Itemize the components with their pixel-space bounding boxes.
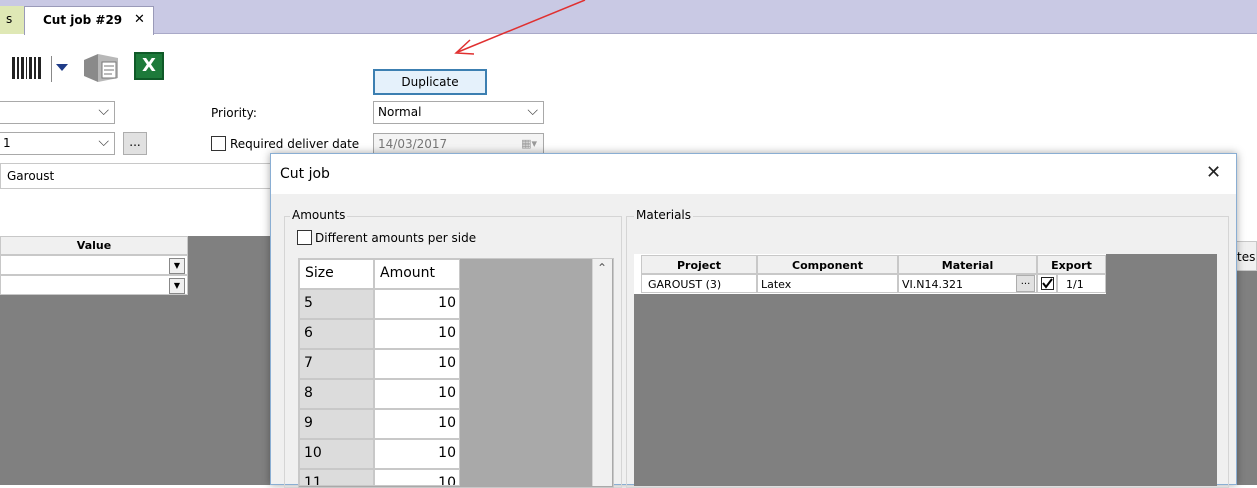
amount-cell[interactable]: 10 <box>374 469 460 486</box>
dialog-titlebar <box>271 154 1236 194</box>
materials-cell-count: 1/1 <box>1057 274 1106 293</box>
tab-bar <box>0 0 1257 34</box>
right-clipped-header: tes <box>1236 241 1257 271</box>
document-icon[interactable] <box>84 54 120 82</box>
annotation-arrow-icon <box>454 0 586 55</box>
combo-left-2-value: 1 <box>3 136 11 150</box>
combo-left-1[interactable]: ⌵ <box>0 101 115 124</box>
close-icon[interactable]: ✕ <box>1206 162 1221 183</box>
calendar-icon: ▦▾ <box>521 137 537 150</box>
chevron-down-icon: ⌵ <box>527 103 538 119</box>
amount-cell[interactable]: 10 <box>374 379 460 409</box>
different-amounts-checkbox[interactable] <box>297 230 312 245</box>
material-browse-button[interactable]: ... <box>1016 275 1035 292</box>
toolbar-divider <box>51 56 52 82</box>
amount-cell[interactable]: 10 <box>374 439 460 469</box>
right-grid-area <box>1236 271 1257 485</box>
customer-field[interactable]: Garoust <box>0 163 280 189</box>
materials-cell-project: GAROUST (3) <box>641 274 757 293</box>
customer-value: Garoust <box>7 169 55 183</box>
dropdown-arrow-icon[interactable] <box>56 64 68 72</box>
priority-label: Priority: <box>211 106 257 120</box>
scroll-up-icon[interactable]: ⌃ <box>597 261 607 275</box>
materials-cell-component: Latex <box>757 274 898 293</box>
tab-previous-label: s <box>6 12 13 26</box>
excel-icon[interactable]: X <box>134 52 164 80</box>
size-cell: 8 <box>299 379 374 409</box>
size-cell: 7 <box>299 349 374 379</box>
size-cell: 5 <box>299 289 374 319</box>
amount-cell[interactable]: 10 <box>374 289 460 319</box>
export-checkbox[interactable] <box>1041 277 1054 290</box>
dropdown-arrow-icon[interactable]: ▼ <box>169 278 185 294</box>
amount-column-header: Amount <box>374 259 460 289</box>
required-date-value: 14/03/2017 <box>378 137 448 151</box>
left-grid-row[interactable]: ▼ <box>0 275 188 295</box>
size-cell: 11 <box>299 469 374 486</box>
materials-group-label: Materials <box>634 208 694 222</box>
material-value: VI.N14.321 <box>902 278 963 291</box>
size-column-header: Size <box>299 259 374 289</box>
tab-close-icon[interactable]: ✕ <box>134 12 145 27</box>
chevron-down-icon: ⌵ <box>98 103 109 119</box>
priority-select[interactable]: Normal ⌵ <box>373 101 544 124</box>
amount-cell[interactable]: 10 <box>374 319 460 349</box>
materials-header-project: Project <box>641 255 757 274</box>
amount-cell[interactable]: 10 <box>374 409 460 439</box>
cut-job-dialog: Cut job ✕ Amounts Different amounts per … <box>270 153 1237 488</box>
amounts-scrollbar[interactable]: ⌃ <box>592 259 612 486</box>
left-grid-row[interactable]: ▼ <box>0 255 188 275</box>
materials-header-export: Export <box>1037 255 1106 274</box>
left-grid-header-value: Value <box>0 236 188 255</box>
amounts-group-label: Amounts <box>290 208 348 222</box>
combo-left-2[interactable]: 1 ⌵ <box>0 132 115 155</box>
excel-glyph: X <box>142 55 156 76</box>
export-cell <box>1037 274 1057 293</box>
required-date-label: Required deliver date <box>230 137 360 151</box>
materials-header-material: Material <box>898 255 1037 274</box>
dialog-title: Cut job <box>280 166 330 182</box>
tab-label: Cut job #29 <box>43 13 123 27</box>
materials-header-component: Component <box>757 255 898 274</box>
amount-cell[interactable]: 10 <box>374 349 460 379</box>
duplicate-button[interactable]: Duplicate <box>373 69 487 95</box>
dropdown-arrow-icon[interactable]: ▼ <box>169 258 185 274</box>
tab-cut-job-29[interactable]: Cut job #29 ✕ <box>24 6 154 35</box>
different-amounts-label: Different amounts per side <box>315 231 477 245</box>
browse-button[interactable]: ... <box>123 132 147 155</box>
chevron-down-icon: ⌵ <box>98 134 109 150</box>
required-date-checkbox[interactable] <box>211 136 226 151</box>
priority-value: Normal <box>378 105 422 119</box>
barcode-icon[interactable] <box>12 57 44 79</box>
size-cell: 10 <box>299 439 374 469</box>
size-cell: 6 <box>299 319 374 349</box>
size-cell: 9 <box>299 409 374 439</box>
